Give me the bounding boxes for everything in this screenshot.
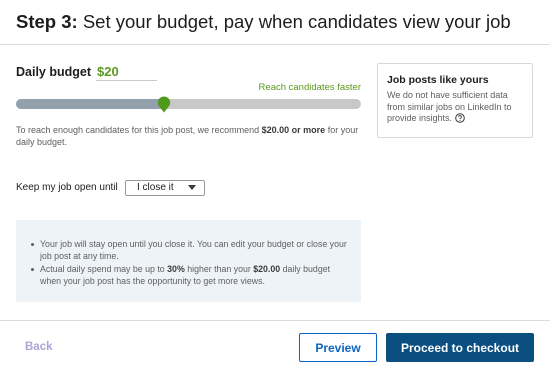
insights-title: Job posts like yours (387, 74, 489, 86)
budget-info-box: Your job will stay open until you close … (16, 220, 361, 302)
budget-slider[interactable] (16, 96, 361, 113)
spend-middle: higher than your (187, 264, 251, 274)
reach-candidates-hint: Reach candidates faster (258, 82, 361, 93)
insights-message: We do not have sufficient data from simi… (387, 90, 512, 123)
footer-bar: Back Preview Proceed to checkout (0, 320, 550, 372)
budget-recommendation: To reach enough candidates for this job … (16, 124, 361, 148)
keep-open-value: I close it (137, 182, 174, 193)
chevron-down-icon (188, 185, 196, 190)
keep-open-select[interactable]: I close it (125, 180, 205, 196)
keep-open-label: Keep my job open until (16, 182, 118, 193)
page-title: Step 3: Set your budget, pay when candid… (16, 11, 511, 33)
proceed-to-checkout-button[interactable]: Proceed to checkout (386, 333, 534, 362)
spend-prefix: Actual daily spend may be up to (40, 264, 165, 274)
info-item-stay-open: Your job will stay open until you close … (30, 239, 347, 262)
insights-text: We do not have sufficient data from simi… (387, 90, 523, 125)
step-label: Step 3: (16, 11, 78, 32)
insights-panel: Job posts like yours We do not have suff… (377, 63, 533, 138)
back-button[interactable]: Back (25, 341, 53, 353)
slider-thumb[interactable] (157, 96, 171, 113)
slider-fill (16, 99, 164, 109)
recommendation-prefix: To reach enough candidates for this job … (16, 125, 260, 135)
info-item-daily-spend: Actual daily spend may be up to 30% high… (30, 264, 347, 287)
daily-budget-label: Daily budget (16, 65, 92, 79)
step-title: Set your budget, pay when candidates vie… (82, 11, 511, 32)
help-circle-icon[interactable] (455, 113, 465, 123)
recommended-amount: $20.00 or more (261, 125, 326, 135)
preview-button[interactable]: Preview (299, 333, 377, 362)
page-header: Step 3: Set your budget, pay when candid… (0, 0, 550, 45)
spend-amount: $20.00 (253, 264, 281, 274)
spend-percent: 30% (167, 264, 185, 274)
daily-budget-input[interactable] (96, 63, 157, 81)
info-list: Your job will stay open until you close … (30, 239, 347, 287)
